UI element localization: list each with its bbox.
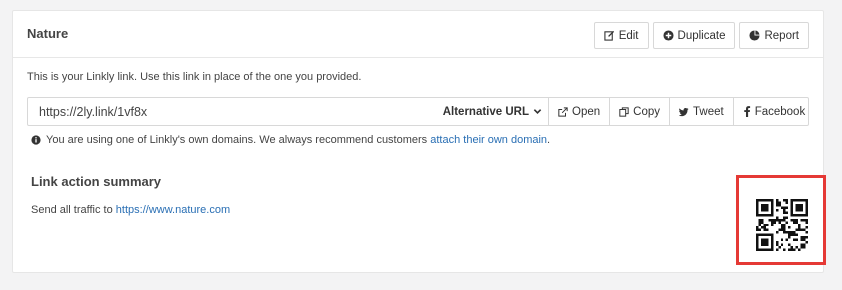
alternative-url-dropdown[interactable]: Alternative URL xyxy=(437,98,549,125)
short-url-input[interactable] xyxy=(28,98,437,125)
header-actions: Edit Duplicate Report xyxy=(593,22,809,49)
external-link-icon xyxy=(558,106,568,117)
panel-title: Nature xyxy=(27,26,69,41)
notice-end: . xyxy=(547,134,551,146)
qr-code[interactable] xyxy=(756,199,808,251)
domain-notice: You are using one of Linkly's own domain… xyxy=(31,134,550,146)
edit-button[interactable]: Edit xyxy=(593,22,649,49)
pie-chart-icon xyxy=(749,30,761,41)
plus-circle-icon xyxy=(662,30,674,41)
tweet-label: Tweet xyxy=(693,105,724,118)
facebook-icon xyxy=(743,106,750,117)
panel-header: Nature Edit Duplicate Report xyxy=(13,11,823,58)
copy-button[interactable]: Copy xyxy=(610,98,670,125)
open-label: Open xyxy=(572,105,601,118)
copy-label: Copy xyxy=(633,105,660,118)
edit-icon xyxy=(604,30,614,41)
attach-domain-link[interactable]: attach their own domain xyxy=(430,134,547,146)
chevron-down-icon xyxy=(533,109,542,114)
info-icon xyxy=(31,135,41,145)
report-label: Report xyxy=(764,29,799,42)
duplicate-button[interactable]: Duplicate xyxy=(652,22,736,49)
link-action-summary-title: Link action summary xyxy=(31,174,162,189)
facebook-button[interactable]: Facebook xyxy=(734,98,815,125)
intro-text: This is your Linkly link. Use this link … xyxy=(27,71,362,83)
notice-text: You are using one of Linkly's own domain… xyxy=(46,134,428,146)
edit-label: Edit xyxy=(618,29,639,42)
link-action-text: Send all traffic to https://www.nature.c… xyxy=(31,204,230,216)
action-prefix: Send all traffic to xyxy=(31,204,113,216)
short-link-bar: Alternative URL Open Copy Tweet Facebook xyxy=(27,97,809,126)
tweet-button[interactable]: Tweet xyxy=(670,98,734,125)
report-button[interactable]: Report xyxy=(739,22,809,49)
destination-url-link[interactable]: https://www.nature.com xyxy=(116,204,230,216)
facebook-label: Facebook xyxy=(754,105,806,118)
duplicate-label: Duplicate xyxy=(677,29,726,42)
qr-code-highlight xyxy=(736,175,826,265)
alternative-url-label: Alternative URL xyxy=(442,105,529,118)
copy-icon xyxy=(619,106,629,117)
open-button[interactable]: Open xyxy=(549,98,611,125)
link-panel: Nature Edit Duplicate Report This is you… xyxy=(12,10,826,273)
twitter-icon xyxy=(679,107,689,116)
